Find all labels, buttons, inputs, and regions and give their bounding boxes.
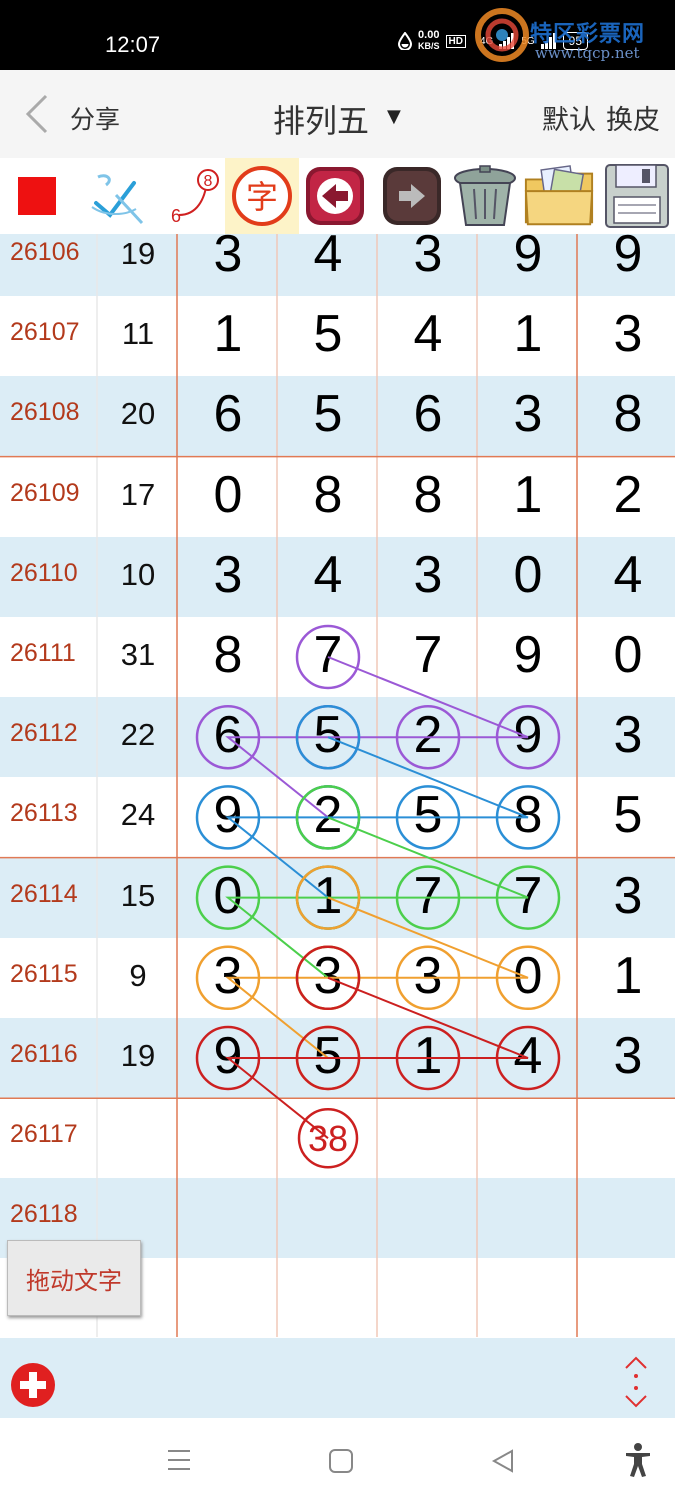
menu-icon[interactable]: [166, 1448, 192, 1472]
left-arrow-icon[interactable]: [298, 158, 372, 234]
watermark-url: www.tqcp.net: [535, 44, 640, 62]
connect-line-blue: [225, 736, 529, 899]
connect-line-purple: [225, 656, 529, 819]
expand-vertical-icon[interactable]: [620, 1354, 652, 1410]
connect-line-red: [225, 976, 529, 1139]
trash-icon[interactable]: [448, 158, 522, 234]
lottery-grid[interactable]: 26106 19 3 4 3 9 9 26107 11 1 5 4 1 3 26108 20 6 5 6 3 8 2610…: [0, 234, 675, 1337]
image-folder-icon[interactable]: [522, 158, 596, 234]
floppy-save-icon[interactable]: [600, 158, 674, 234]
hd-badge: HD: [445, 34, 466, 48]
change-skin-button[interactable]: 换皮: [606, 98, 660, 137]
watermark: 特区彩票网 www.tqcp.net: [475, 6, 675, 66]
connect-line-orange: [225, 896, 529, 1059]
accessibility-icon[interactable]: [624, 1442, 652, 1478]
status-time: 12:07: [105, 32, 161, 57]
zi-character-icon[interactable]: 字: [225, 158, 299, 234]
circled-number[interactable]: 38: [308, 1118, 348, 1159]
red-square-icon[interactable]: [0, 158, 74, 234]
check-pen-icon[interactable]: [80, 158, 154, 234]
toolbar: 8 6 字: [0, 158, 675, 235]
default-button[interactable]: 默认: [542, 98, 596, 137]
zi-character-label: 字: [246, 178, 278, 216]
network-speed: 0.00 KB/S: [418, 29, 440, 52]
drag-text-button[interactable]: 拖动文字: [7, 1240, 141, 1316]
back-icon[interactable]: [490, 1448, 516, 1474]
share-button[interactable]: 分享: [70, 100, 120, 136]
right-arrow-icon[interactable]: [375, 158, 449, 234]
page-title[interactable]: 排列五: [273, 96, 369, 142]
watermark-logo-icon: [475, 8, 529, 62]
data-saver-icon: [398, 32, 412, 50]
bottom-toolbar: [0, 1338, 675, 1418]
connect-bottom-number: 6: [171, 206, 181, 226]
connect-numbers-icon[interactable]: 8 6: [155, 158, 229, 234]
connect-line-green: [225, 816, 529, 979]
home-icon[interactable]: [328, 1448, 354, 1474]
annotation-overlay[interactable]: 38: [0, 234, 675, 1337]
system-nav-bar: [0, 1418, 675, 1500]
title-dropdown-icon[interactable]: ▼: [387, 106, 401, 127]
back-chevron-icon[interactable]: [22, 92, 52, 136]
title-bar: 分享 排列五 ▼ 默认 换皮: [0, 70, 675, 159]
add-icon[interactable]: [10, 1362, 56, 1408]
connect-top-number: 8: [204, 173, 213, 190]
